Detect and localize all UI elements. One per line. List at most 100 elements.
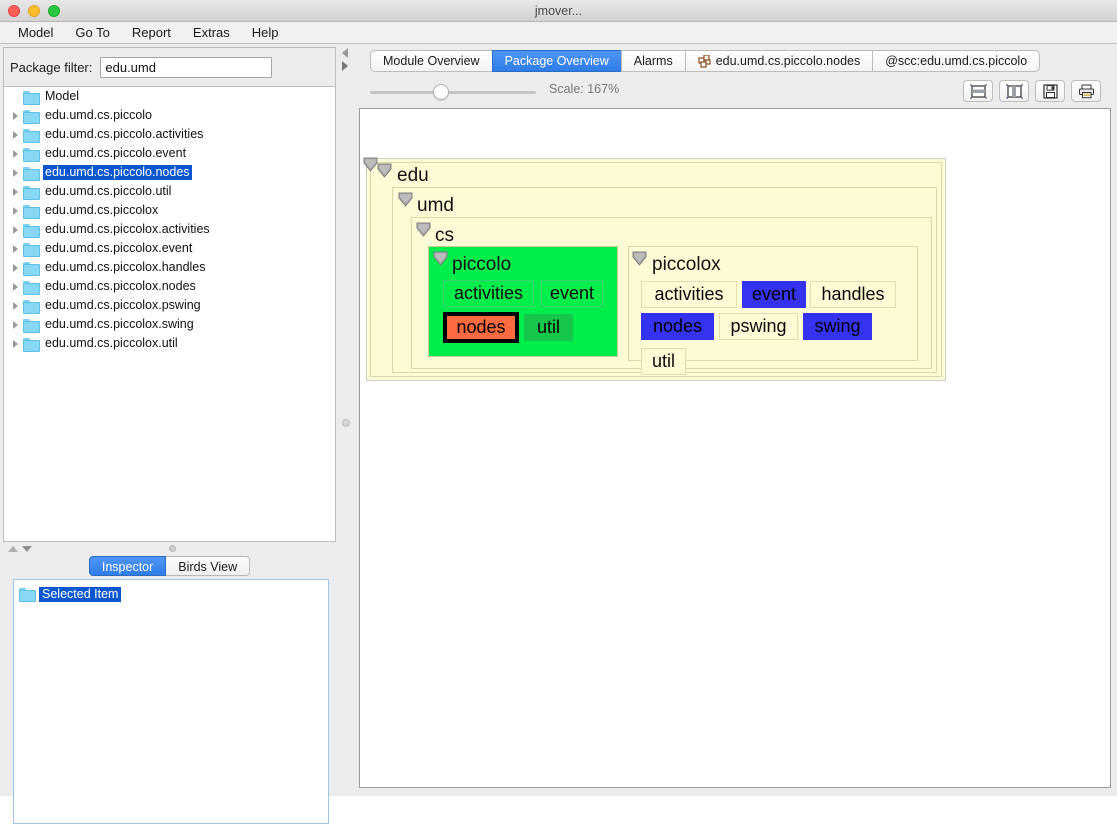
tab-scc-piccolo[interactable]: @scc:edu.umd.cs.piccolo bbox=[872, 50, 1041, 72]
diagram-leaf-piccolox-nodes[interactable]: nodes bbox=[641, 313, 714, 340]
horizontal-splitter[interactable] bbox=[3, 542, 336, 555]
scale-slider[interactable] bbox=[370, 84, 536, 100]
expand-triangle-icon[interactable] bbox=[8, 339, 23, 348]
package-tree[interactable]: Model edu.umd.cs.piccolo edu.umd.cs.picco… bbox=[3, 86, 336, 542]
expand-triangle-icon[interactable] bbox=[8, 111, 23, 120]
collapse-handle-icon[interactable] bbox=[376, 162, 393, 180]
tab-package-overview[interactable]: Package Overview bbox=[491, 50, 621, 72]
menu-go-to[interactable]: Go To bbox=[64, 23, 120, 43]
diagram-leaf-piccolo-util[interactable]: util bbox=[524, 314, 573, 341]
tab-label: @scc:edu.umd.cs.piccolo bbox=[885, 53, 1028, 68]
expand-triangle-icon[interactable] bbox=[8, 301, 23, 310]
save-button[interactable] bbox=[1035, 80, 1065, 102]
close-window-button[interactable] bbox=[8, 5, 20, 17]
collapse-handle-icon[interactable] bbox=[432, 250, 449, 268]
menu-report[interactable]: Report bbox=[121, 23, 182, 43]
diagram-leaf-piccolox-swing[interactable]: swing bbox=[803, 313, 872, 340]
tree-item-label: edu.umd.cs.piccolox bbox=[45, 203, 159, 217]
tab-piccolo-nodes[interactable]: edu.umd.cs.piccolo.nodes bbox=[684, 50, 873, 72]
chevron-right-icon bbox=[13, 206, 18, 215]
diagram-label-cs: cs bbox=[435, 225, 454, 246]
tree-item-label: edu.umd.cs.piccolo.activities bbox=[45, 127, 204, 141]
window-title-bar: jmover... bbox=[0, 0, 1117, 22]
diagram-leaf-piccolox-activities[interactable]: activities bbox=[641, 281, 737, 308]
expand-triangle-icon[interactable] bbox=[8, 206, 23, 215]
tree-item-label: edu.umd.cs.piccolox.pswing bbox=[45, 298, 201, 312]
diagram-leaf-piccolo-event[interactable]: event bbox=[541, 280, 603, 307]
tree-row-edu-umd-cs-piccolox-activities[interactable]: edu.umd.cs.piccolox.activities bbox=[4, 220, 335, 239]
tree-row-edu-umd-cs-piccolo-event[interactable]: edu.umd.cs.piccolo.event bbox=[4, 144, 335, 163]
package-filter-row: Package filter: bbox=[3, 47, 336, 86]
tab-label: Package Overview bbox=[504, 53, 609, 68]
expand-triangle-icon[interactable] bbox=[8, 149, 23, 158]
diagram-leaf-piccolox-pswing[interactable]: pswing bbox=[719, 313, 798, 340]
splitter-grip[interactable] bbox=[169, 545, 176, 552]
expand-triangle-icon[interactable] bbox=[8, 225, 23, 234]
tree-row-edu-umd-cs-piccolo-nodes[interactable]: edu.umd.cs.piccolo.nodes bbox=[4, 163, 335, 182]
minimize-window-button[interactable] bbox=[28, 5, 40, 17]
diagram-leaf-piccolox-event[interactable]: event bbox=[742, 281, 806, 308]
inspector-panel[interactable]: Selected Item bbox=[13, 579, 329, 824]
package-filter-input[interactable] bbox=[100, 56, 273, 78]
tree-row-edu-umd-cs-piccolo-activities[interactable]: edu.umd.cs.piccolo.activities bbox=[4, 125, 335, 144]
vertical-splitter[interactable] bbox=[339, 44, 353, 796]
tree-row-edu-umd-cs-piccolo-util[interactable]: edu.umd.cs.piccolo.util bbox=[4, 182, 335, 201]
tree-row-edu-umd-cs-piccolox[interactable]: edu.umd.cs.piccolox bbox=[4, 201, 335, 220]
tree-row-edu-umd-cs-piccolox-nodes[interactable]: edu.umd.cs.piccolox.nodes bbox=[4, 277, 335, 296]
tab-birds-view[interactable]: Birds View bbox=[166, 556, 251, 576]
expand-triangle-icon[interactable] bbox=[8, 168, 23, 177]
collapse-up-icon[interactable] bbox=[8, 545, 18, 552]
scale-slider-knob[interactable] bbox=[433, 84, 449, 100]
tree-row-edu-umd-cs-piccolo[interactable]: edu.umd.cs.piccolo bbox=[4, 106, 335, 125]
tab-module-overview[interactable]: Module Overview bbox=[370, 50, 492, 72]
expand-triangle-icon[interactable] bbox=[8, 320, 23, 329]
expand-triangle-icon[interactable] bbox=[8, 263, 23, 272]
collapse-handle-icon[interactable] bbox=[415, 221, 432, 239]
tree-row-root[interactable]: Model bbox=[4, 87, 335, 106]
maximize-window-button[interactable] bbox=[48, 5, 60, 17]
vertical-splitter-grip[interactable] bbox=[342, 419, 350, 427]
diagram-leaf-piccolo-activities[interactable]: activities bbox=[443, 280, 534, 307]
diagram-label-edu: edu bbox=[397, 165, 429, 186]
window-title: jmover... bbox=[534, 3, 583, 18]
inspector-selected-row[interactable]: Selected Item bbox=[14, 585, 328, 603]
window-controls[interactable] bbox=[8, 5, 60, 17]
diagram-leaf-piccolo-nodes[interactable]: nodes bbox=[443, 312, 519, 343]
expand-triangle-icon[interactable] bbox=[8, 187, 23, 196]
package-filter-label: Package filter: bbox=[10, 59, 93, 75]
expand-triangle-icon[interactable] bbox=[8, 282, 23, 291]
expand-triangle-icon[interactable] bbox=[8, 244, 23, 253]
scale-slider-track[interactable] bbox=[370, 91, 536, 94]
tree-row-edu-umd-cs-piccolox-pswing[interactable]: edu.umd.cs.piccolox.pswing bbox=[4, 296, 335, 315]
menu-extras[interactable]: Extras bbox=[182, 23, 241, 43]
menu-model[interactable]: Model bbox=[7, 23, 64, 43]
diagram-toolbar: Scale: 167% bbox=[353, 78, 1117, 106]
tree-item-label: Model bbox=[45, 89, 80, 103]
folder-icon bbox=[23, 242, 40, 257]
folder-icon bbox=[23, 166, 40, 181]
diagram-canvas[interactable]: edu umd cs piccolo activities event node… bbox=[359, 108, 1111, 788]
tree-item-label: edu.umd.cs.piccolo.event bbox=[45, 146, 187, 160]
splitter-arrows[interactable] bbox=[8, 545, 32, 552]
tree-row-edu-umd-cs-piccolox-handles[interactable]: edu.umd.cs.piccolox.handles bbox=[4, 258, 335, 277]
collapse-left-icon[interactable] bbox=[342, 48, 348, 58]
expand-triangle-icon[interactable] bbox=[8, 130, 23, 139]
tree-row-edu-umd-cs-piccolox-swing[interactable]: edu.umd.cs.piccolox.swing bbox=[4, 315, 335, 334]
menu-help[interactable]: Help bbox=[241, 23, 290, 43]
vertical-layout-button[interactable] bbox=[999, 80, 1029, 102]
collapse-down-icon[interactable] bbox=[22, 545, 32, 552]
tab-alarms[interactable]: Alarms bbox=[620, 50, 685, 72]
collapse-right-icon[interactable] bbox=[342, 61, 348, 71]
diagram-leaf-piccolox-handles[interactable]: handles bbox=[810, 281, 896, 308]
diagram-leaf-piccolox-util[interactable]: util bbox=[641, 348, 686, 375]
chevron-right-icon bbox=[13, 282, 18, 291]
tree-row-edu-umd-cs-piccolox-util[interactable]: edu.umd.cs.piccolox.util bbox=[4, 334, 335, 353]
folder-icon bbox=[19, 588, 36, 602]
print-button[interactable] bbox=[1071, 80, 1101, 102]
collapse-handle-icon[interactable] bbox=[397, 191, 414, 209]
horizontal-layout-button[interactable] bbox=[963, 80, 993, 102]
diagram-label-umd: umd bbox=[417, 195, 454, 216]
tree-row-edu-umd-cs-piccolox-event[interactable]: edu.umd.cs.piccolox.event bbox=[4, 239, 335, 258]
tab-inspector[interactable]: Inspector bbox=[88, 556, 167, 576]
collapse-handle-icon[interactable] bbox=[631, 250, 648, 268]
